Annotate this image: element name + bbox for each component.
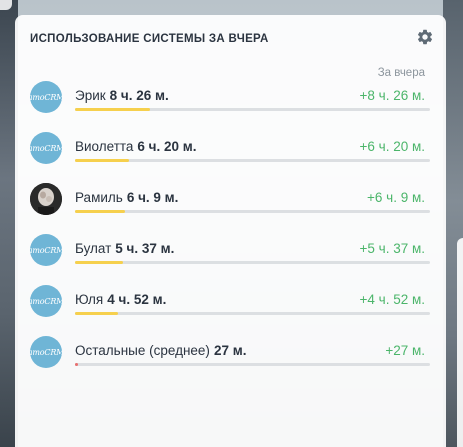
- usage-duration: 6 ч. 20 м.: [137, 139, 197, 154]
- usage-duration: 6 ч. 9 м.: [126, 190, 179, 205]
- user-name-with-duration: Эрик 8 ч. 26 м.: [75, 88, 169, 103]
- user-name-with-duration: Булат 5 ч. 37 м.: [75, 241, 174, 256]
- amocrm-logo-avatar[interactable]: amoCRM: [30, 132, 62, 164]
- adjacent-widget-edge: [457, 238, 463, 447]
- user-usage-row[interactable]: amoCRM Эрик8 ч. 26 м. +8 ч. 26 м.: [15, 81, 446, 131]
- profile-photo-icon: [30, 183, 62, 215]
- usage-bar-track: [75, 159, 430, 162]
- usage-duration: 4 ч. 52 м.: [107, 292, 167, 307]
- user-usage-row[interactable]: amoCRM Виолетта6 ч. 20 м. +6 ч. 20 м.: [15, 132, 446, 182]
- user-usage-row[interactable]: amoCRM Юля4 ч. 52 м. +4 ч. 52 м.: [15, 285, 446, 335]
- user-name: Эрик: [75, 88, 106, 103]
- gear-icon[interactable]: [416, 28, 434, 46]
- user-name: Виолетта: [75, 139, 134, 154]
- usage-delta: +5 ч. 37 м.: [359, 241, 425, 256]
- usage-bar-track: [75, 261, 430, 264]
- usage-bar-track: [75, 210, 430, 213]
- amocrm-logo-text: amoCRM: [30, 347, 62, 357]
- amocrm-logo-avatar[interactable]: amoCRM: [30, 234, 62, 266]
- amocrm-logo-text: amoCRM: [30, 296, 62, 306]
- amocrm-logo-avatar[interactable]: amoCRM: [30, 336, 62, 368]
- usage-duration: 5 ч. 37 м.: [115, 241, 175, 256]
- usage-bar-fill: [75, 261, 124, 264]
- user-name: Остальные (среднее): [75, 343, 210, 358]
- user-name-with-duration: Виолетта 6 ч. 20 м.: [75, 139, 197, 154]
- usage-duration: 8 ч. 26 м.: [109, 88, 169, 103]
- user-name: Булат: [75, 241, 112, 256]
- user-name-with-duration: Юля 4 ч. 52 м.: [75, 292, 166, 307]
- usage-delta: +6 ч. 9 м.: [367, 190, 425, 205]
- usage-delta: +4 ч. 52 м.: [359, 292, 425, 307]
- amocrm-logo-text: amoCRM: [30, 143, 62, 153]
- amocrm-logo-text: amoCRM: [30, 245, 62, 255]
- user-name: Юля: [75, 292, 104, 307]
- usage-bar-track: [75, 108, 430, 111]
- usage-bar-fill: [75, 159, 130, 162]
- period-label: За вчера: [377, 67, 425, 79]
- amocrm-logo-avatar[interactable]: amoCRM: [30, 285, 62, 317]
- user-usage-row[interactable]: amoCRM Булат5 ч. 37 м. +5 ч. 37 м.: [15, 234, 446, 284]
- usage-bar-track: [75, 312, 430, 315]
- user-usage-row[interactable]: amoCRM Остальные (среднее)27 м. +27 м.: [15, 336, 446, 386]
- usage-delta: +27 м.: [385, 343, 425, 358]
- system-usage-widget: ИСПОЛЬЗОВАНИЕ СИСТЕМЫ ЗА ВЧЕРА За вчера …: [15, 15, 446, 447]
- amocrm-logo-text: amoCRM: [30, 92, 62, 102]
- usage-bar-fill: [75, 363, 78, 366]
- usage-bar-fill: [75, 312, 118, 315]
- usage-delta: +6 ч. 20 м.: [359, 139, 425, 154]
- usage-bar-fill: [75, 210, 126, 213]
- usage-duration: 27 м.: [213, 343, 247, 358]
- user-usage-row[interactable]: Рамиль 6 ч. 9 м. +6 ч. 9 м.: [15, 183, 446, 233]
- widget-title: ИСПОЛЬЗОВАНИЕ СИСТЕМЫ ЗА ВЧЕРА: [30, 33, 269, 45]
- usage-bar-fill: [75, 108, 150, 111]
- user-name-with-duration: Остальные (среднее) 27 м.: [75, 343, 246, 358]
- user-name: Рамиль: [75, 190, 123, 205]
- user-name-with-duration: Рамиль 6 ч. 9 м.: [75, 190, 178, 205]
- usage-bar-track: [75, 363, 430, 366]
- amocrm-logo-avatar[interactable]: amoCRM: [30, 81, 62, 113]
- usage-delta: +8 ч. 26 м.: [359, 88, 425, 103]
- user-photo-avatar[interactable]: [30, 183, 62, 215]
